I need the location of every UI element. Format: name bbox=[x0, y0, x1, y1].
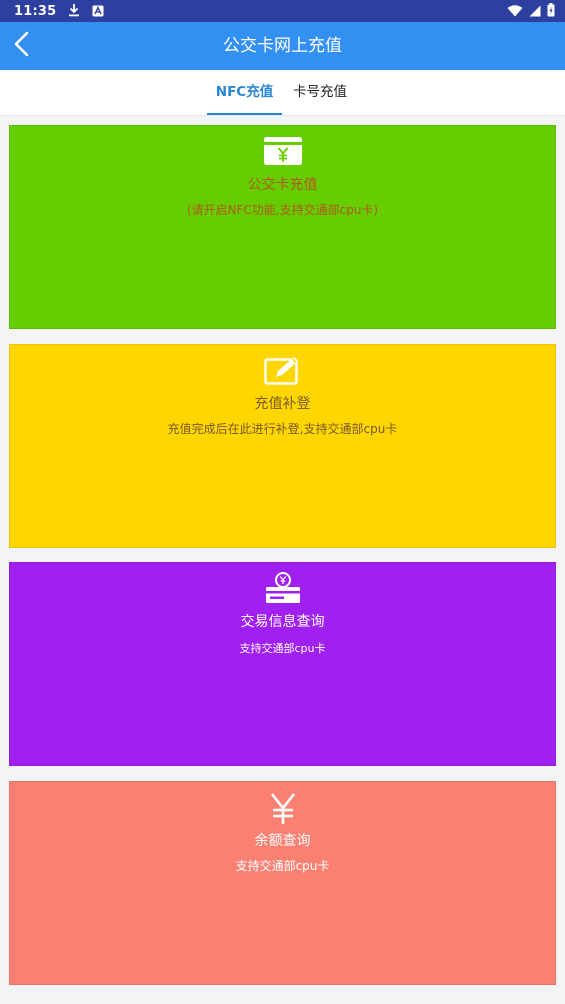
status-time: 11:35 bbox=[14, 3, 57, 19]
tab-card-number-recharge[interactable]: 卡号充值 bbox=[286, 70, 354, 115]
card-subtitle: 充值完成后在此进行补登,支持交通部cpu卡 bbox=[167, 422, 398, 436]
card-transaction-query[interactable]: 交易信息查询 支持交通部cpu卡 bbox=[9, 562, 556, 766]
card-subtitle: (请开启NFC功能,支持交通部cpu卡) bbox=[186, 203, 379, 217]
card-balance-query[interactable]: 余额查询 支持交通部cpu卡 bbox=[9, 781, 556, 985]
page-title: 公交卡网上充值 bbox=[223, 36, 342, 56]
card-title: 交易信息查询 bbox=[240, 614, 325, 630]
card-recharge-supplement[interactable]: 充值补登 充值完成后在此进行补登,支持交通部cpu卡 bbox=[9, 344, 556, 548]
edit-icon bbox=[10, 353, 555, 387]
card-title: 余额查询 bbox=[254, 833, 311, 849]
card-title: 公交卡充值 bbox=[247, 177, 318, 193]
wifi-icon bbox=[507, 2, 523, 21]
wallet-yuan-icon bbox=[10, 571, 555, 605]
card-title: 充值补登 bbox=[254, 396, 311, 412]
tab-nfc-recharge[interactable]: NFC充值 bbox=[207, 70, 282, 115]
card-subtitle: 支持交通部cpu卡 bbox=[239, 642, 326, 655]
signal-icon bbox=[529, 2, 541, 21]
app-bar: 公交卡网上充值 bbox=[0, 22, 565, 70]
battery-icon bbox=[547, 2, 555, 21]
download-icon bbox=[68, 2, 80, 21]
app-notification-icon bbox=[92, 2, 104, 21]
yuan-icon bbox=[10, 792, 555, 826]
tab-bar: NFC充值 卡号充值 bbox=[0, 70, 565, 116]
card-subtitle: 支持交通部cpu卡 bbox=[235, 859, 330, 873]
status-notification-icons bbox=[68, 2, 104, 21]
card-yuan-icon bbox=[10, 134, 555, 168]
card-bus-card-recharge[interactable]: 公交卡充值 (请开启NFC功能,支持交通部cpu卡) bbox=[9, 125, 556, 329]
status-bar: 11:35 bbox=[0, 0, 565, 22]
status-system-icons bbox=[507, 2, 555, 21]
